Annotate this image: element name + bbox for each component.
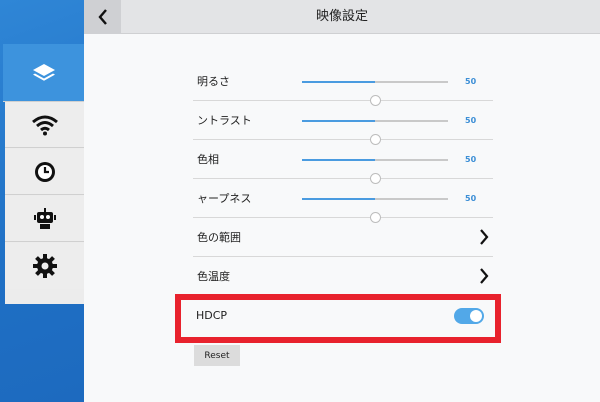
contrast-row: ントラスト 50 xyxy=(193,101,493,145)
reset-button[interactable]: Reset xyxy=(194,345,240,366)
chevron-right-icon xyxy=(480,268,489,284)
contrast-slider[interactable] xyxy=(302,120,448,145)
hue-value: 50 xyxy=(465,155,477,164)
settings-panel: 映像設定 明るさ 50 ントラスト 50 色相 50 ャープネス 50 色の範囲… xyxy=(84,0,600,402)
color-temperature-label: 色温度 xyxy=(197,270,230,283)
color-range-label: 色の範囲 xyxy=(197,231,241,244)
page-title: 映像設定 xyxy=(315,9,368,24)
hdcp-highlight-frame xyxy=(175,294,501,343)
sharpness-slider[interactable] xyxy=(302,198,448,223)
clock-icon xyxy=(35,161,55,182)
brightness-slider[interactable] xyxy=(302,81,448,106)
brightness-row: 明るさ 50 xyxy=(193,62,493,106)
color-range-row[interactable]: 色の範囲 xyxy=(193,218,493,257)
contrast-value: 50 xyxy=(465,116,477,125)
header-bar: 映像設定 xyxy=(84,0,600,34)
sidebar-item-network[interactable] xyxy=(5,102,85,148)
chevron-right-icon xyxy=(480,229,489,245)
hue-row: 色相 50 xyxy=(193,140,493,184)
brightness-slider-fill xyxy=(302,81,375,83)
hue-slider-fill xyxy=(302,159,375,161)
robot-icon xyxy=(34,207,56,229)
sidebar-item-display[interactable] xyxy=(3,44,85,102)
sharpness-slider-fill xyxy=(302,198,375,200)
sidebar xyxy=(3,44,85,304)
hue-label: 色相 xyxy=(197,153,219,166)
gear-icon xyxy=(33,254,57,278)
sidebar-item-schedule[interactable] xyxy=(5,149,85,195)
sharpness-value: 50 xyxy=(465,194,477,203)
brightness-label: 明るさ xyxy=(197,75,230,88)
layers-icon xyxy=(33,63,55,81)
sidebar-item-settings[interactable] xyxy=(5,243,85,289)
hue-slider[interactable] xyxy=(302,159,448,184)
contrast-slider-fill xyxy=(302,120,375,122)
sidebar-item-robot[interactable] xyxy=(5,196,85,242)
contrast-label: ントラスト xyxy=(197,114,252,127)
wifi-icon xyxy=(32,115,58,135)
brightness-value: 50 xyxy=(465,77,477,86)
sharpness-row: ャープネス 50 xyxy=(193,179,493,223)
sharpness-label: ャープネス xyxy=(197,192,252,205)
color-temperature-row[interactable]: 色温度 xyxy=(193,257,493,296)
